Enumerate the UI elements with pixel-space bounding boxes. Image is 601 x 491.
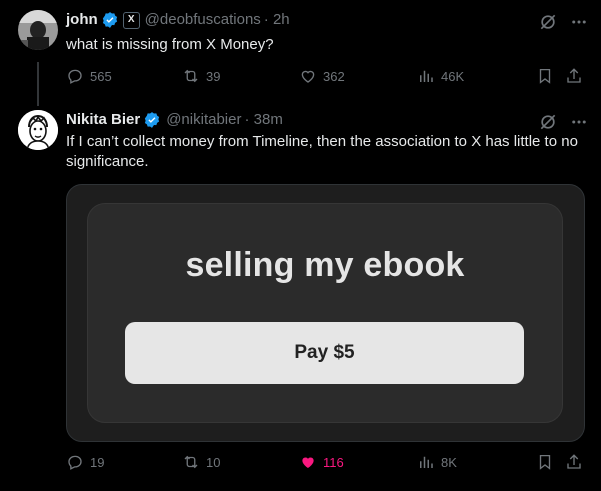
pay-button[interactable]: Pay $5: [125, 322, 524, 384]
repost-icon: [184, 455, 198, 469]
bookmark-button[interactable]: [536, 453, 554, 471]
views-button[interactable]: 8K: [417, 453, 457, 471]
grok-icon[interactable]: [538, 12, 558, 37]
ebook-card: selling my ebook Pay $5: [87, 203, 563, 423]
bookmark-button[interactable]: [536, 67, 554, 85]
share-button[interactable]: [565, 67, 583, 85]
author-name[interactable]: john: [66, 10, 98, 30]
post-john: john X @deobfuscations · 2h what is miss…: [0, 0, 601, 106]
like-count: 116: [323, 454, 344, 470]
more-options-icon[interactable]: [570, 13, 588, 36]
verified-badge-icon: [143, 111, 161, 129]
bookmark-icon: [539, 454, 551, 470]
reply-button[interactable]: 565: [66, 67, 112, 85]
share-button[interactable]: [565, 453, 583, 471]
avatar-nikita[interactable]: [18, 110, 58, 150]
repost-button[interactable]: 39: [182, 67, 220, 85]
post-action-bar: 565 39 362 46K: [66, 67, 585, 87]
like-button[interactable]: 116: [299, 453, 344, 471]
author-name[interactable]: Nikita Bier: [66, 110, 140, 130]
repost-icon: [184, 69, 198, 83]
reply-icon: [68, 455, 82, 470]
views-icon: [420, 70, 433, 82]
reply-button[interactable]: 19: [66, 453, 104, 471]
post-header: Nikita Bier @nikitabier · 38m: [66, 110, 283, 130]
views-icon: [420, 456, 433, 468]
ebook-title: selling my ebook: [185, 246, 465, 284]
heart-icon: [301, 70, 315, 83]
like-count: 362: [323, 68, 345, 84]
post-time[interactable]: · 38m: [244, 110, 282, 130]
post-header: john X @deobfuscations · 2h: [66, 10, 290, 30]
views-button[interactable]: 46K: [417, 67, 464, 85]
verified-badge-icon: [101, 11, 119, 29]
like-button[interactable]: 362: [299, 67, 345, 85]
reply-count: 19: [90, 454, 105, 470]
reply-icon: [68, 69, 82, 84]
repost-count: 39: [206, 68, 221, 84]
repost-count: 10: [206, 454, 221, 470]
author-handle[interactable]: @deobfuscations: [145, 10, 261, 30]
affiliate-x-badge-icon: X: [122, 11, 140, 29]
heart-filled-icon: [302, 457, 314, 468]
post-text: what is missing from X Money?: [66, 36, 274, 53]
repost-button[interactable]: 10: [182, 453, 220, 471]
post-nikita: Nikita Bier @nikitabier · 38m If I can’t…: [0, 106, 601, 491]
share-icon: [567, 454, 581, 469]
views-count: 8K: [441, 454, 457, 470]
post-top-actions: [538, 12, 588, 37]
media-card[interactable]: selling my ebook Pay $5: [66, 184, 585, 442]
post-text: If I can’t collect money from Timeline, …: [66, 133, 578, 170]
reply-count: 565: [90, 68, 112, 84]
views-count: 46K: [441, 68, 465, 84]
post-time[interactable]: · 2h: [264, 10, 290, 30]
author-handle[interactable]: @nikitabier: [166, 110, 241, 130]
thread-line: [37, 62, 39, 106]
avatar-john[interactable]: [18, 10, 58, 50]
post-action-bar: 19 10 116 8K: [66, 453, 585, 473]
bookmark-icon: [539, 68, 551, 84]
share-icon: [567, 68, 581, 83]
